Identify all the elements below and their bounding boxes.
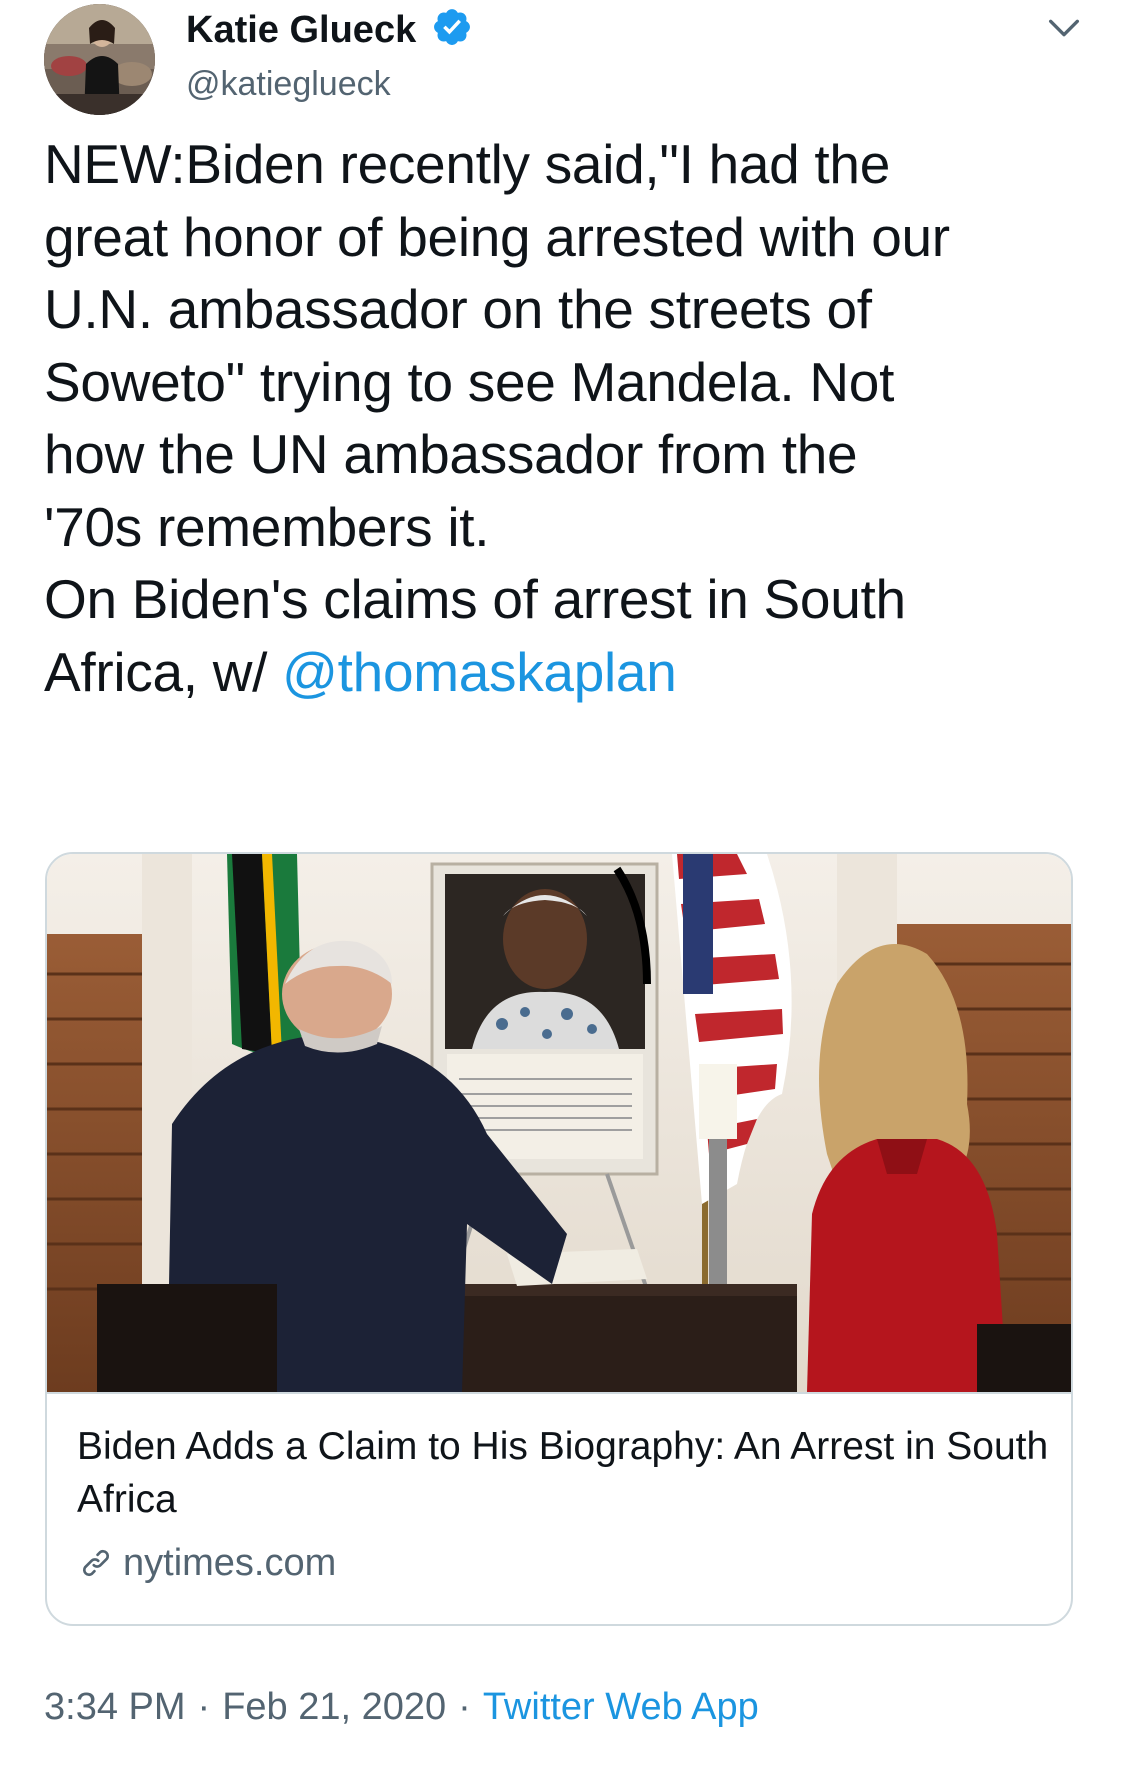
display-name[interactable]: Katie Glueck [186, 2, 416, 58]
chevron-down-icon[interactable] [1044, 8, 1084, 48]
tweet-text-line: NEW:Biden recently said,"I had the [44, 133, 890, 195]
verified-badge-icon [433, 9, 470, 45]
tweet-text-line: Soweto" trying to see Mandela. Not [44, 350, 895, 413]
card-title[interactable]: Biden Adds a Claim to His Biography: An … [77, 1420, 1057, 1526]
tweet-text-line: On Biden's claims of arrest in South [44, 568, 906, 630]
mention-link[interactable]: @thomaskaplan [282, 641, 677, 703]
photo-biden-signing-condolence-book [47, 854, 1071, 1392]
tweet-header: Katie Glueck @katieglueck [44, 2, 1084, 115]
author-block: Katie Glueck @katieglueck [186, 2, 473, 106]
meta-separator: · [458, 1686, 471, 1728]
avatar[interactable] [44, 4, 155, 115]
tweet-date[interactable]: Feb 21, 2020 [222, 1686, 446, 1728]
tweet-time[interactable]: 3:34 PM [44, 1686, 186, 1728]
tweet-text: NEW:Biden recently said,"I had the great… [44, 128, 1064, 708]
avatar-photo [44, 4, 155, 115]
link-card[interactable]: Biden Adds a Claim to His Biography: An … [45, 852, 1073, 1626]
card-image[interactable] [47, 854, 1071, 1392]
card-domain[interactable]: nytimes.com [77, 1538, 336, 1588]
meta-separator: · [197, 1686, 211, 1728]
tweet-text-prefix: Africa, w/ [44, 640, 283, 703]
tweet-meta: 3:34 PM · Feb 21, 2020 · Twitter Web App [44, 1682, 759, 1732]
tweet-text-line: U.N. ambassador on the streets of [44, 278, 872, 340]
link-icon [82, 1549, 110, 1577]
card-domain-text: nytimes.com [123, 1542, 337, 1584]
tweet-text-line: great honor of being arrested with our [44, 205, 950, 268]
author-handle[interactable]: @katieglueck [186, 62, 473, 106]
tweet-text-line: how the UN ambassador from the [44, 423, 858, 485]
tweet-text-last-line: Africa, w/ @thomaskaplan [44, 636, 1064, 709]
tweet-text-line: '70s remembers it. [44, 495, 490, 558]
tweet-source-link[interactable]: Twitter Web App [483, 1686, 759, 1728]
card-divider [47, 1392, 1071, 1394]
